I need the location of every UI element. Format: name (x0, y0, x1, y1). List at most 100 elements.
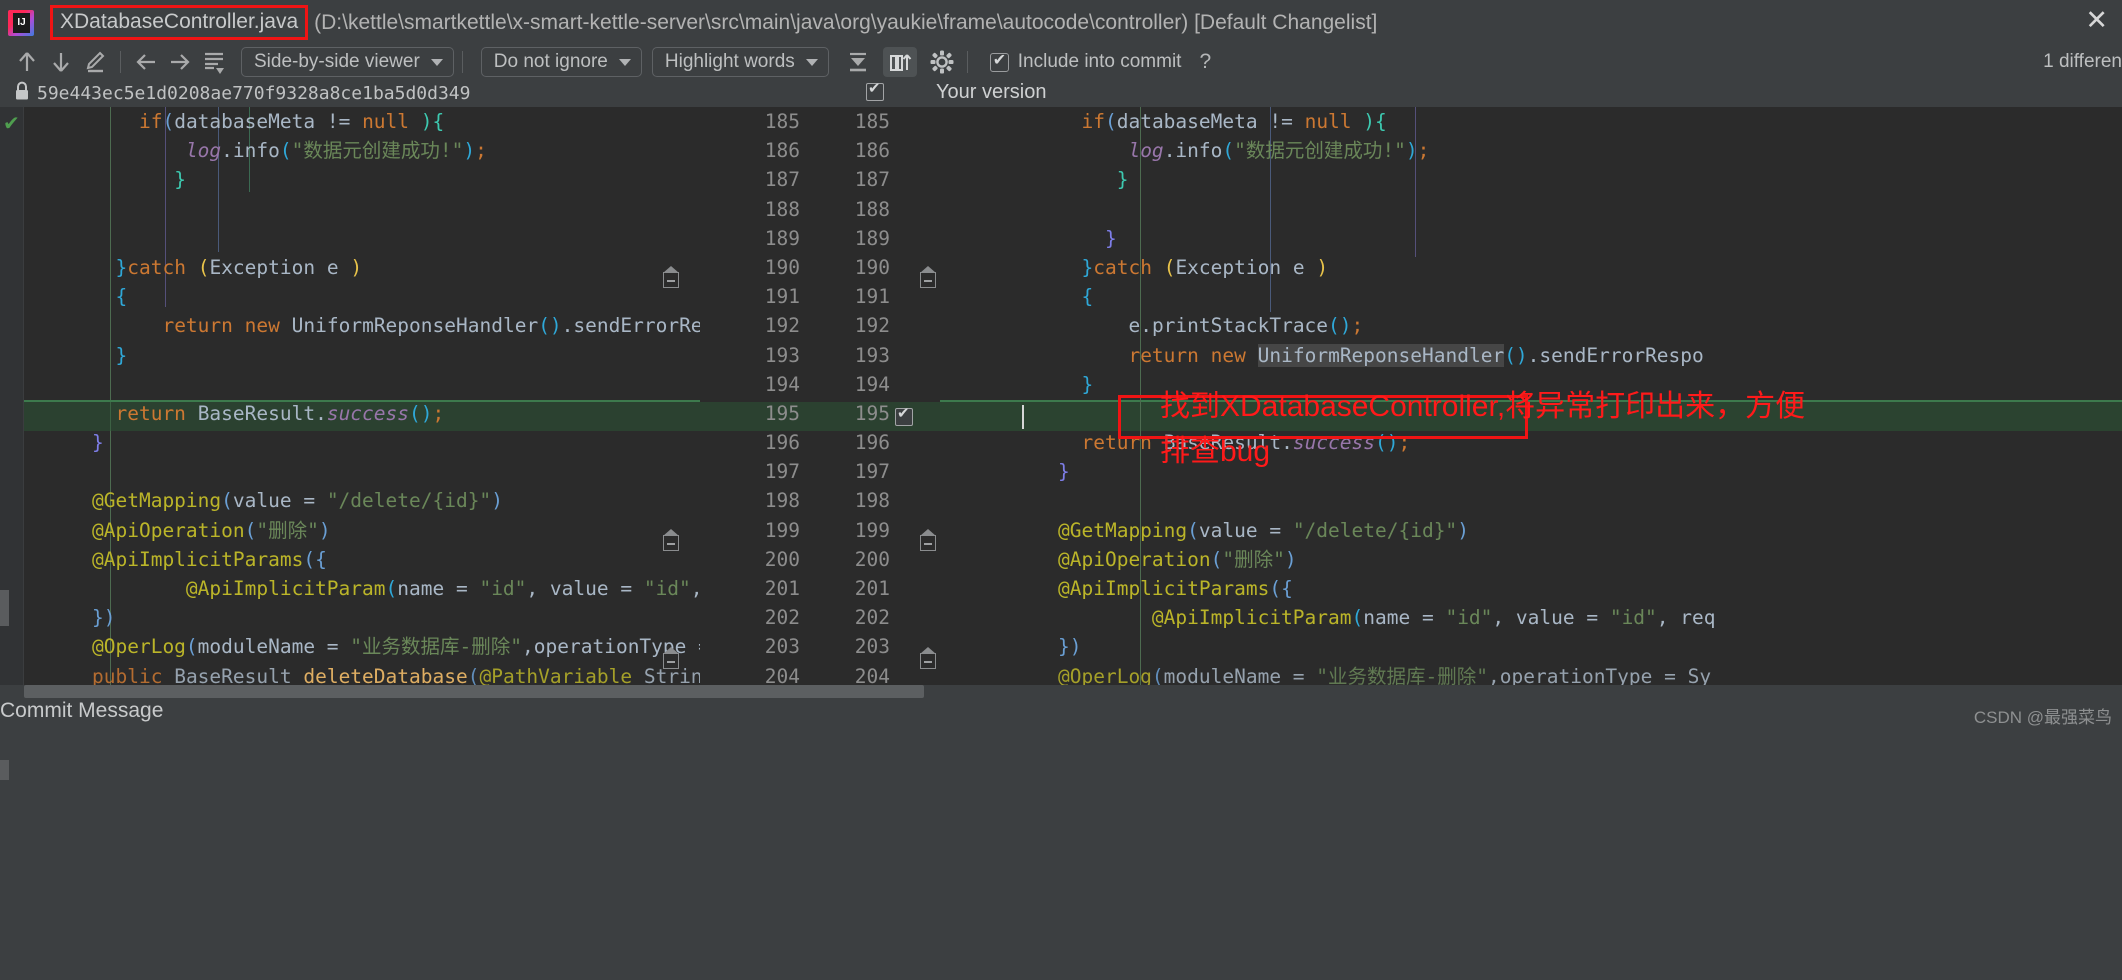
line-number: 199 (722, 516, 800, 545)
line-number: 198 (722, 486, 800, 515)
line-number: 202 (812, 603, 890, 632)
line-number: 192 (722, 311, 800, 340)
show-diff-options-icon[interactable] (197, 47, 231, 77)
difference-count-label: 1 differen (2043, 51, 2122, 73)
chevron-down-icon (806, 59, 818, 66)
line-number: 191 (812, 282, 890, 311)
lock-icon (14, 81, 30, 106)
line-number: 193 (812, 341, 890, 370)
checkbox-icon[interactable] (866, 83, 884, 101)
gear-icon[interactable] (925, 47, 959, 77)
viewer-mode-dropdown[interactable]: Side-by-side viewer (241, 47, 454, 77)
pencil-edit-icon[interactable] (78, 47, 112, 77)
collapse-unchanged-icon[interactable] (841, 47, 875, 77)
fold-marker-icon[interactable] (663, 535, 679, 551)
close-icon[interactable]: ✕ (2085, 7, 2108, 34)
right-line-numbers: 185 186 187 188 189 190 191 192 193 194 … (812, 107, 890, 685)
annotation-text-line-2: 排查bug (1160, 432, 1270, 471)
left-edge-marker (0, 590, 9, 626)
line-number: 198 (812, 486, 890, 515)
line-number: 196 (812, 428, 890, 457)
line-number: 200 (812, 545, 890, 574)
watermark-label: CSDN @最强菜鸟 (1974, 703, 2112, 728)
line-number: 201 (722, 574, 800, 603)
line-number: 204 (722, 662, 800, 685)
bottom-panel: Commit Message CSDN @最强菜鸟 (0, 685, 2122, 980)
line-number: 194 (722, 370, 800, 399)
line-number: 188 (722, 195, 800, 224)
line-number: 199 (812, 516, 890, 545)
line-number: 203 (812, 632, 890, 661)
title-file-name: XDatabaseController.java (50, 5, 308, 40)
navigate-forward-icon[interactable] (163, 47, 197, 77)
line-number: 187 (812, 165, 890, 194)
diff-toolbar: Side-by-side viewer Do not ignore Highli… (0, 45, 2122, 79)
line-number: 185 (812, 107, 890, 136)
chevron-down-icon (619, 59, 631, 66)
toolbar-separator-2 (462, 51, 463, 73)
sync-scroll-icon[interactable] (883, 47, 917, 77)
line-number: 189 (812, 224, 890, 253)
navigate-back-icon[interactable] (129, 47, 163, 77)
line-number-gutter: 185 186 187 188 189 190 191 192 193 194 … (700, 107, 940, 685)
line-number: 200 (722, 545, 800, 574)
line-number: 201 (812, 574, 890, 603)
your-version-label: Your version (936, 81, 1046, 104)
help-icon[interactable]: ? (1199, 50, 1211, 74)
previous-difference-icon[interactable] (10, 47, 44, 77)
diff-viewer: ✔ if(databaseMeta != null ){ log.info("数… (0, 107, 2122, 685)
left-diff-pane[interactable]: ✔ if(databaseMeta != null ){ log.info("数… (0, 107, 700, 685)
line-number: 203 (722, 632, 800, 661)
fold-marker-icon[interactable] (663, 653, 679, 669)
revision-hash: 59e443ec5e1d0208ae770f9328a8ce1ba5d0d349 (37, 83, 470, 104)
highlight-dropdown[interactable]: Highlight words (652, 47, 829, 77)
line-number: 195 (722, 399, 800, 428)
fold-marker-icon[interactable] (920, 272, 936, 288)
toolbar-separator (120, 51, 121, 73)
title-bar: XDatabaseController.java (D:\kettle\smar… (0, 0, 2122, 45)
line-number: 193 (722, 341, 800, 370)
line-number: 186 (722, 136, 800, 165)
left-line-numbers: 185 186 187 188 189 190 191 192 193 194 … (722, 107, 800, 685)
line-number: 204 (812, 662, 890, 685)
whitespace-dropdown[interactable]: Do not ignore (481, 47, 642, 77)
title-file-path: (D:\kettle\smartkettle\x-smart-kettle-se… (314, 11, 1377, 35)
chevron-down-icon (431, 59, 443, 66)
line-number: 188 (812, 195, 890, 224)
line-number: 195 (812, 399, 890, 428)
line-number: 196 (722, 428, 800, 457)
fold-marker-icon[interactable] (920, 653, 936, 669)
line-number: 190 (812, 253, 890, 282)
idea-diff-window: XDatabaseController.java (D:\kettle\smar… (0, 0, 2122, 980)
checkbox-icon[interactable] (990, 53, 1009, 72)
toolbar-separator-3 (967, 51, 968, 73)
horizontal-scrollbar[interactable] (24, 685, 924, 698)
line-number: 192 (812, 311, 890, 340)
line-number: 197 (722, 457, 800, 486)
line-include-checkbox[interactable] (895, 408, 913, 426)
highlight-label: Highlight words (665, 51, 795, 73)
left-edge-marker-2 (0, 760, 9, 780)
line-number: 189 (722, 224, 800, 253)
include-into-commit-label: Include into commit (1018, 51, 1182, 73)
next-difference-icon[interactable] (44, 47, 78, 77)
line-number: 190 (722, 253, 800, 282)
fold-marker-icon[interactable] (920, 535, 936, 551)
inspection-ok-icon: ✔ (3, 111, 20, 136)
line-number: 194 (812, 370, 890, 399)
line-number: 202 (722, 603, 800, 632)
line-number: 191 (722, 282, 800, 311)
fold-marker-icon[interactable] (663, 272, 679, 288)
include-into-commit-checkbox[interactable]: Include into commit (990, 51, 1182, 73)
revision-header: 59e443ec5e1d0208ae770f9328a8ce1ba5d0d349… (0, 79, 2122, 107)
annotation-text-line-1: 找到XDatabaseController,将异常打印出来，方便 (1160, 387, 1805, 426)
commit-message-label: Commit Message (0, 699, 163, 723)
left-code-content[interactable]: if(databaseMeta != null ){ log.info("数据元… (74, 107, 700, 685)
line-number: 197 (812, 457, 890, 486)
intellij-logo-icon (8, 10, 34, 36)
line-number: 186 (812, 136, 890, 165)
line-number: 187 (722, 165, 800, 194)
line-number: 185 (722, 107, 800, 136)
whitespace-label: Do not ignore (494, 51, 608, 73)
viewer-mode-label: Side-by-side viewer (254, 51, 420, 73)
